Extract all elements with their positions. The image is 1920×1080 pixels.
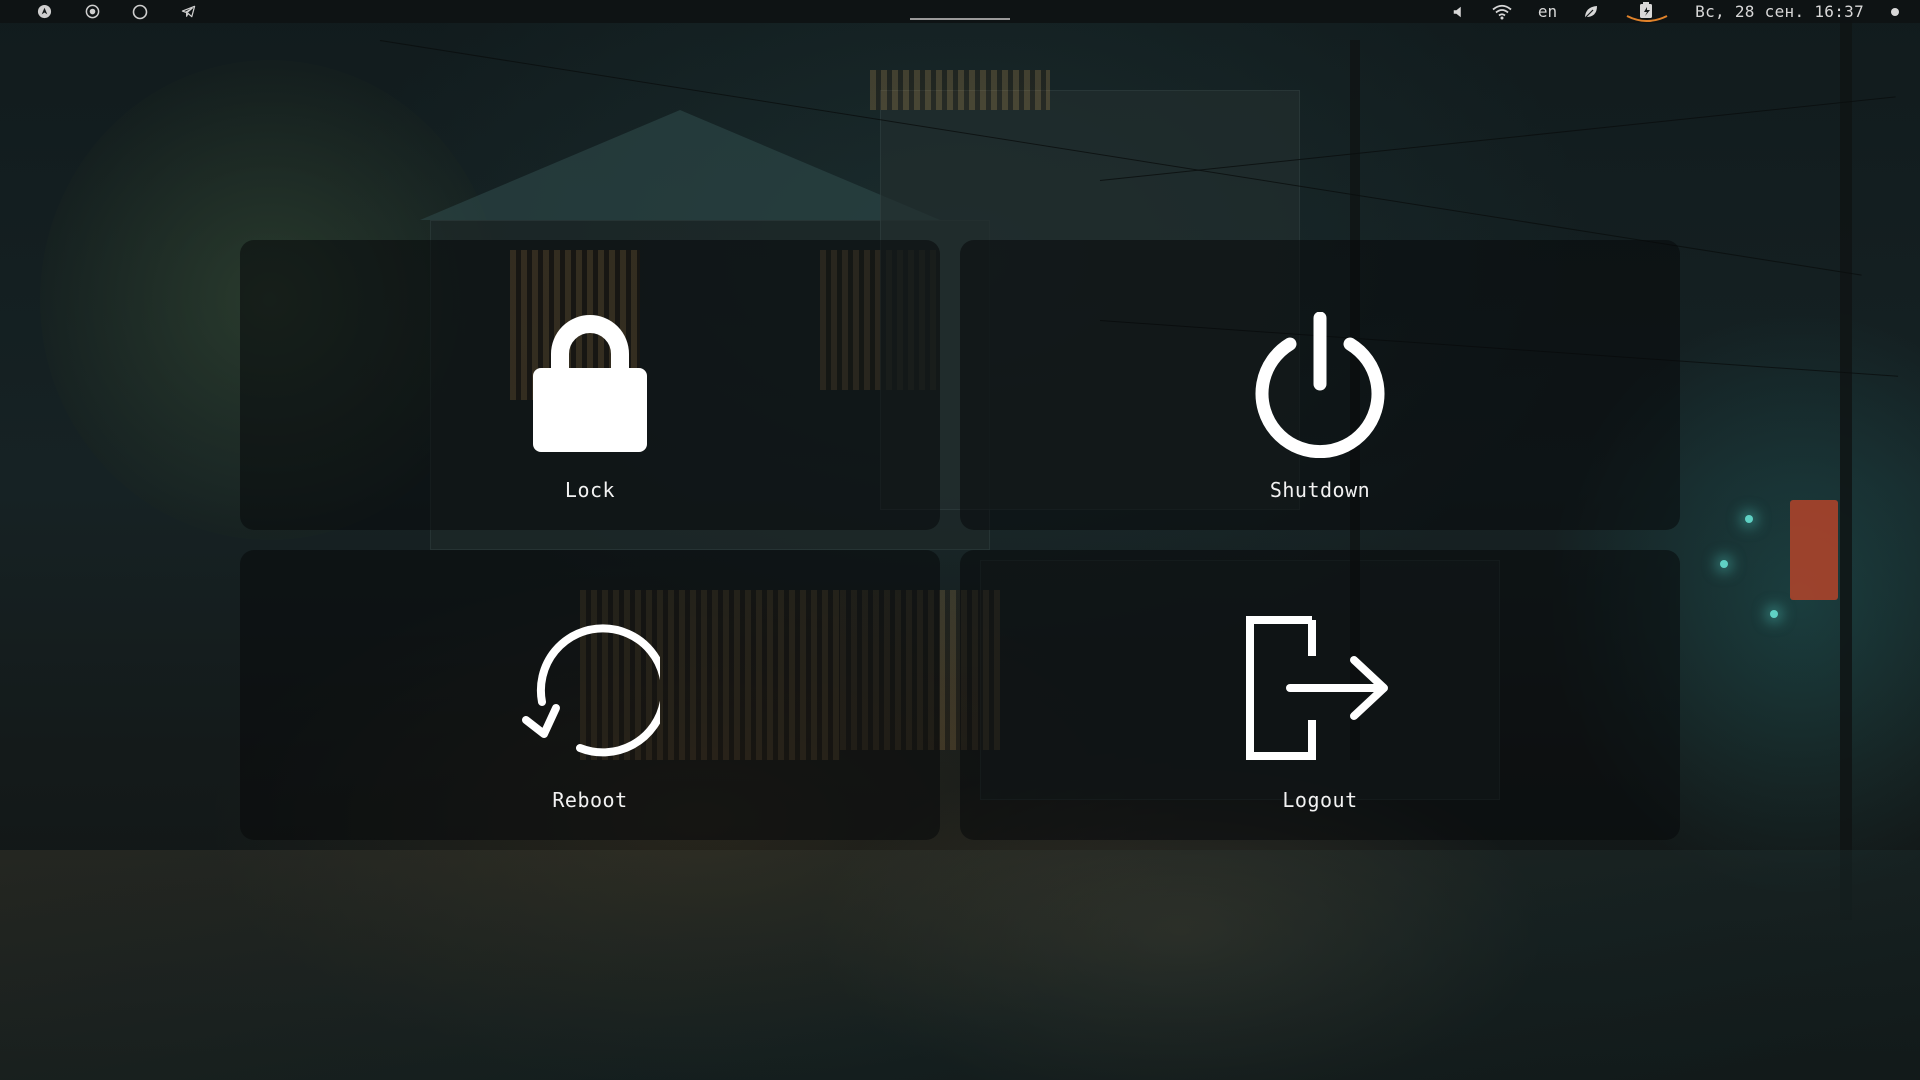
- wallpaper-road: [0, 850, 1920, 1080]
- clock[interactable]: Вс, 28 сен. 16:37: [1695, 0, 1864, 23]
- notification-indicator[interactable]: [1890, 0, 1900, 23]
- battery-indicator[interactable]: [1625, 0, 1669, 23]
- logout-icon: [1246, 616, 1388, 760]
- workspace-4[interactable]: [164, 0, 212, 23]
- keyboard-layout[interactable]: en: [1538, 0, 1557, 23]
- logout-label: Logout: [1282, 788, 1358, 812]
- wallpaper-light: [1745, 515, 1753, 523]
- wallpaper-light: [1770, 610, 1778, 618]
- wallpaper-sign: [1790, 500, 1838, 600]
- leaf-icon: [1584, 5, 1598, 18]
- volume-indicator[interactable]: [1452, 0, 1466, 23]
- reboot-label: Reboot: [552, 788, 628, 812]
- reboot-icon: [522, 624, 660, 757]
- wallpaper-window: [870, 70, 1050, 110]
- lock-icon: [533, 315, 647, 452]
- dot-icon: [1891, 7, 1899, 16]
- wifi-icon: [1492, 4, 1512, 19]
- workspace-switcher: [20, 0, 212, 23]
- active-window-indicator: [910, 18, 1010, 20]
- reboot-button[interactable]: Reboot: [240, 550, 940, 840]
- battery-charging-icon: [1626, 1, 1668, 22]
- power-menu: Lock Shutdown Reboot Logout: [240, 240, 1680, 840]
- speaker-icon: [1453, 6, 1461, 17]
- circle-icon: [132, 4, 148, 19]
- shutdown-label: Shutdown: [1269, 478, 1371, 502]
- wallpaper-pole: [1840, 20, 1852, 920]
- shutdown-button[interactable]: Shutdown: [960, 240, 1680, 530]
- wallpaper-roof: [420, 110, 940, 220]
- leaf-indicator[interactable]: [1583, 0, 1599, 23]
- system-tray: en Вс, 28 сен. 16:37: [1452, 0, 1900, 23]
- workspace-2[interactable]: [68, 0, 116, 23]
- logout-button[interactable]: Logout: [960, 550, 1680, 840]
- power-icon: [1255, 312, 1385, 458]
- lock-button[interactable]: Lock: [240, 240, 940, 530]
- workspace-3[interactable]: [116, 0, 164, 23]
- workspace-1[interactable]: [20, 0, 68, 23]
- top-bar: en Вс, 28 сен. 16:37: [0, 0, 1920, 23]
- wallpaper-light: [1720, 560, 1728, 568]
- circle-dot-icon: [85, 4, 99, 19]
- arch-logo-icon: [37, 4, 51, 19]
- lock-label: Lock: [564, 478, 616, 502]
- telegram-icon: [181, 5, 195, 18]
- wifi-indicator[interactable]: [1492, 0, 1512, 23]
